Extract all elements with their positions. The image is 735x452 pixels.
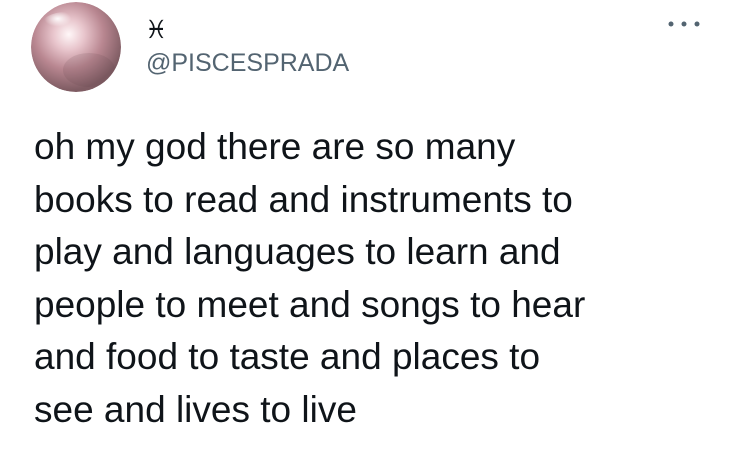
tweet-text-line: books to read and instruments to <box>34 178 573 220</box>
tweet-text: oh my god there are so many books to rea… <box>34 121 714 436</box>
tweet-text-line: and food to taste and places to <box>34 336 541 377</box>
more-options-button[interactable] <box>664 12 704 36</box>
tweet-text-line: play and languages to learn and <box>34 231 561 272</box>
author-display-name[interactable]: ♓︎ <box>145 16 167 44</box>
tweet-text-line: see and lives to live <box>34 388 357 430</box>
tweet-text-line: oh my god there are so many <box>34 126 516 167</box>
author-handle[interactable]: @PISCESPRADA <box>146 49 349 77</box>
avatar[interactable] <box>31 2 121 92</box>
tweet-card: ♓︎ @PISCESPRADA oh my god there are so m… <box>0 0 735 452</box>
more-horizontal-icon <box>668 21 700 27</box>
tweet-text-line: people to meet and songs to hear <box>34 283 586 325</box>
pearl-avatar-icon <box>31 2 121 92</box>
